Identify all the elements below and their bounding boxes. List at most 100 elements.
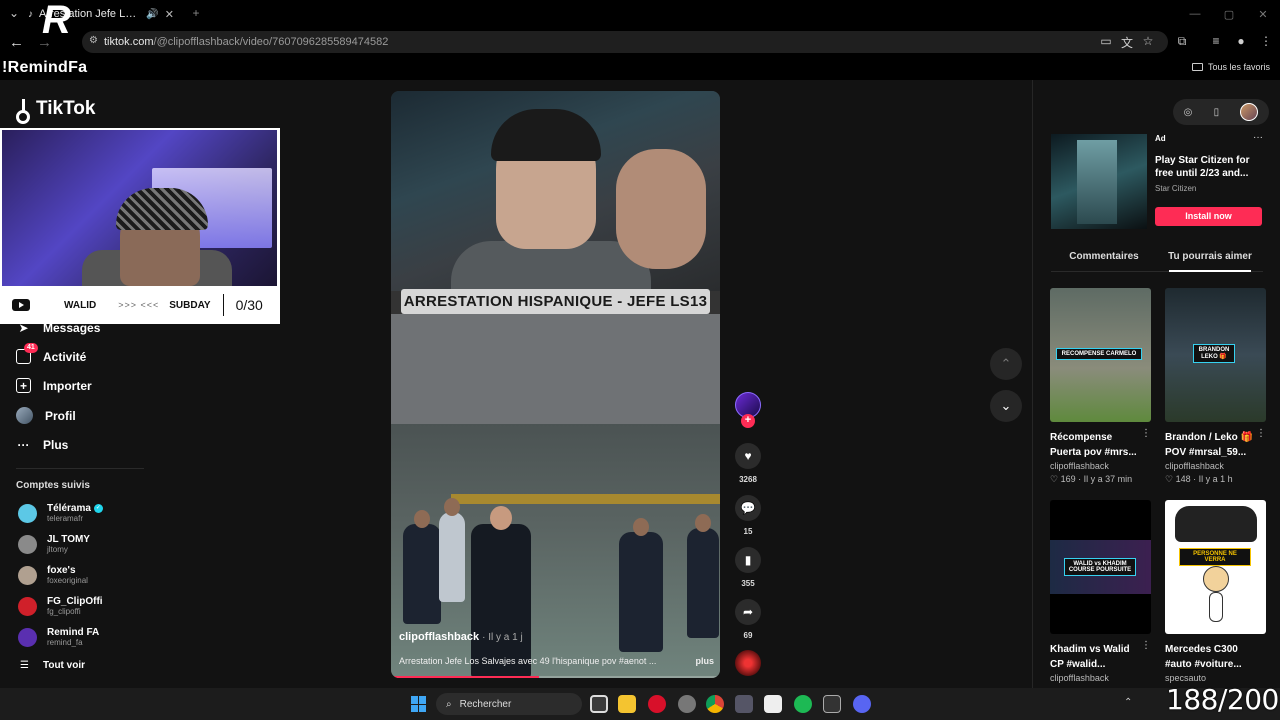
more-icon: ···	[17, 437, 30, 452]
tray-chevron-icon[interactable]: ⌃	[1124, 697, 1132, 708]
subscriber-goal-counter: 188/200	[1166, 683, 1279, 716]
window-controls: — ▢ ✕	[1178, 0, 1280, 28]
card-thumbnail: RECOMPENSE CARMELO	[1050, 288, 1151, 422]
comment-action[interactable]: 💬 15	[735, 495, 761, 536]
recommended-card[interactable]: RECOMPENSE CARMELO ⋮ Récompense Puerta p…	[1050, 288, 1151, 485]
ad-menu-icon[interactable]: ···	[1253, 132, 1263, 143]
game-icon[interactable]	[735, 695, 753, 713]
media-icon[interactable]: ≡	[1208, 34, 1224, 50]
menu-icon[interactable]: ⋮	[1258, 34, 1274, 50]
extensions-icon[interactable]: ⧉	[1174, 34, 1190, 50]
card-menu-icon[interactable]: ⋮	[1141, 640, 1151, 651]
taskbar-search[interactable]: ⌕ Rechercher	[436, 693, 582, 715]
nav-messages[interactable]: ➤ Messages	[16, 320, 100, 335]
following-name: Remind FA	[47, 627, 100, 638]
nav-activity[interactable]: 41 Activité	[16, 343, 86, 364]
share-icon: ➦	[735, 599, 761, 625]
see-all-label: Tout voir	[42, 660, 85, 671]
next-video-button[interactable]: ⌄	[990, 390, 1022, 422]
video-player[interactable]: ARRESTATION HISPANIQUE - JEFE LS13 clipo…	[391, 91, 720, 678]
avatar	[18, 503, 37, 523]
close-window-icon[interactable]: ✕	[1246, 0, 1280, 28]
new-tab-icon[interactable]: +	[188, 6, 204, 22]
app-icon[interactable]	[678, 695, 696, 713]
nav-label: Plus	[43, 437, 69, 452]
following-item[interactable]: foxe's foxeoriginal	[18, 565, 88, 585]
following-item[interactable]: Remind FA remind_fa	[18, 627, 99, 647]
stream-logo-icon: R	[42, 0, 71, 42]
translate-icon[interactable]: 文	[1119, 34, 1135, 50]
list-icon: ☰	[20, 660, 29, 671]
coins-icon[interactable]: ◎	[1184, 107, 1193, 118]
heart-icon: ♥	[735, 443, 761, 469]
chrome-icon[interactable]	[706, 695, 724, 713]
nav-upload[interactable]: + Importer	[16, 378, 92, 393]
profile-icon	[16, 407, 33, 424]
cast-icon[interactable]: ▭	[1098, 34, 1114, 50]
card-menu-icon[interactable]: ⋮	[1141, 428, 1151, 439]
video-author-name[interactable]: clipofflashback	[399, 631, 479, 643]
activity-badge: 41	[24, 343, 38, 353]
following-item[interactable]: Télérama ✓ teleramafr	[18, 503, 103, 523]
share-action[interactable]: ➦ 69	[735, 599, 761, 640]
card-title: Khadim vs Walid CP #walid...	[1050, 644, 1130, 670]
card-author: clipofflashback	[1050, 461, 1109, 471]
tiktok-logo[interactable]: TikTok	[16, 98, 95, 124]
minimize-icon[interactable]: —	[1178, 0, 1212, 28]
music-disc-icon[interactable]	[735, 650, 761, 676]
bookmark-icon: ▮	[735, 547, 761, 573]
document-icon[interactable]	[764, 695, 782, 713]
avatar	[18, 534, 37, 554]
task-view-icon[interactable]	[590, 695, 608, 713]
tab-recommended[interactable]: Tu pourrais aimer	[1157, 246, 1263, 272]
tab-comments[interactable]: Commentaires	[1051, 246, 1157, 271]
spotify-icon[interactable]	[794, 695, 812, 713]
all-bookmarks[interactable]: Tous les favoris	[1191, 62, 1270, 72]
following-item[interactable]: JL TOMY jltomy	[18, 534, 90, 554]
ad-thumbnail[interactable]	[1051, 134, 1147, 229]
see-more-link[interactable]: plus	[695, 656, 714, 666]
nav-profile[interactable]: Profil	[16, 407, 76, 424]
nav-more[interactable]: ··· Plus	[16, 437, 69, 452]
site-info-icon[interactable]: ⚙	[89, 35, 100, 49]
tab-close-icon[interactable]: ✕	[165, 8, 174, 21]
card-menu-icon[interactable]: ⋮	[1256, 428, 1266, 439]
cam-score: 0/30	[235, 297, 263, 313]
bookmark-star-icon[interactable]: ☆	[1140, 34, 1156, 50]
back-icon[interactable]: ←	[9, 34, 24, 51]
cam-arrows: >>> <<<	[118, 300, 160, 310]
url-field[interactable]: ⚙ tiktok.com/@clipofflashback/video/7607…	[82, 31, 1168, 53]
following-handle: jltomy	[47, 545, 68, 554]
user-avatar[interactable]	[1240, 103, 1259, 121]
windows-taskbar: ⌃ ⌕ Rechercher	[0, 688, 1280, 720]
tab-list-icon[interactable]: ⌄	[6, 6, 22, 22]
follow-plus-icon[interactable]: +	[741, 414, 755, 428]
following-item[interactable]: FG_ClipOffi fg_clipoffi	[18, 596, 103, 616]
recommended-card[interactable]: BRANDON LEKO 🎁 ⋮ Brandon / Leko 🎁 POV #m…	[1165, 288, 1266, 485]
save-action[interactable]: ▮ 355	[735, 547, 761, 588]
thumbnail-tag: RECOMPENSE CARMELO	[1056, 348, 1142, 360]
windows-start-icon[interactable]	[411, 696, 427, 712]
video-progress-bar[interactable]	[391, 676, 720, 678]
install-now-button[interactable]: Install now	[1155, 207, 1262, 226]
file-explorer-icon[interactable]	[618, 695, 636, 713]
device-icon[interactable]: ▯	[1214, 107, 1220, 118]
video-author[interactable]: clipofflashback · Il y a 1 j	[399, 631, 523, 643]
video-description-text: Arrestation Jefe Los Salvajes avec 49 l'…	[399, 656, 657, 666]
profile-avatar-icon[interactable]: ●	[1233, 34, 1249, 50]
maximize-icon[interactable]: ▢	[1212, 0, 1246, 28]
following-handle: foxeoriginal	[47, 576, 88, 585]
excel-icon[interactable]	[823, 695, 841, 713]
ad-title[interactable]: Play Star Citizen for free until 2/23 an…	[1155, 154, 1265, 180]
card-author: specsauto	[1165, 673, 1207, 683]
recommended-card[interactable]: PERSONNE NE VERRA Mercedes C300 #auto #v…	[1165, 500, 1266, 683]
tab-audio-icon[interactable]: 🔊	[146, 9, 158, 20]
see-all-link[interactable]: ☰ Tout voir	[20, 660, 85, 671]
recommended-card[interactable]: WALID vs KHADIM COURSE POURSUITE ⋮ Khadi…	[1050, 500, 1151, 683]
opera-icon[interactable]	[648, 695, 666, 713]
previous-video-button[interactable]: ⌃	[990, 348, 1022, 380]
discord-icon[interactable]	[853, 695, 871, 713]
comment-count: 15	[743, 527, 753, 536]
bookmarks-bar: !RemindFa Tous les favoris	[0, 56, 1280, 80]
like-action[interactable]: ♥ 3268	[735, 443, 761, 484]
